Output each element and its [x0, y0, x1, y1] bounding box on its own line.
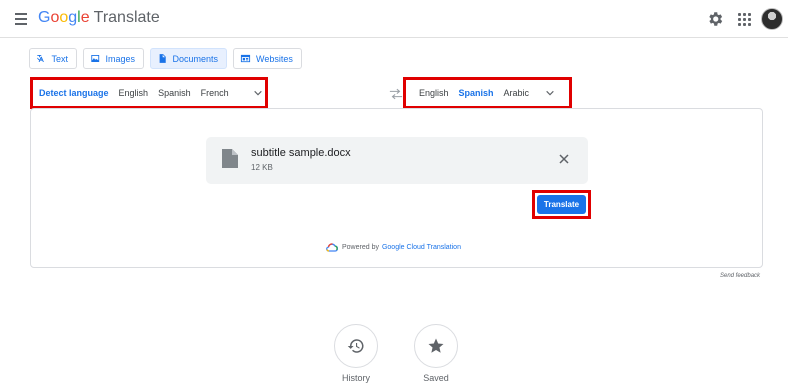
app-header: Google Translate: [0, 0, 788, 38]
translate-button-highlight: Translate: [532, 190, 591, 219]
website-icon: [240, 54, 251, 63]
tab-label: Documents: [172, 53, 218, 64]
mode-tabs: Text Images Documents Websites: [29, 48, 302, 69]
logo-letter: o: [59, 9, 69, 26]
tab-label: Websites: [256, 53, 293, 64]
google-translate-logo[interactable]: Google Translate: [38, 9, 160, 27]
file-size: 12 KB: [251, 163, 273, 172]
apps-icon[interactable]: [735, 10, 753, 28]
source-language-bar: Detect language English Spanish French: [30, 77, 268, 109]
saved-button[interactable]: [414, 324, 458, 368]
product-name: Translate: [93, 9, 160, 26]
logo-letter: e: [80, 9, 90, 26]
history-button[interactable]: [334, 324, 378, 368]
tab-images[interactable]: Images: [83, 48, 144, 69]
chevron-down-icon[interactable]: [545, 88, 555, 98]
settings-icon[interactable]: [706, 10, 724, 28]
history-label: History: [341, 373, 370, 383]
source-lang-english[interactable]: English: [119, 88, 149, 98]
close-icon[interactable]: [557, 152, 571, 166]
tab-label: Text: [51, 53, 68, 64]
logo-letter: G: [38, 9, 51, 26]
menu-icon[interactable]: [12, 10, 30, 28]
avatar[interactable]: [761, 8, 783, 30]
tab-documents[interactable]: Documents: [150, 48, 227, 69]
google-cloud-translation-link[interactable]: Google Cloud Translation: [382, 244, 461, 251]
logo-letter: g: [68, 9, 78, 26]
powered-by-text: Powered by: [342, 244, 379, 251]
uploaded-file-card: subtitle sample.docx 12 KB: [206, 137, 588, 184]
document-panel: subtitle sample.docx 12 KB Translate Pow…: [30, 108, 763, 268]
translate-button[interactable]: Translate: [537, 195, 586, 214]
tab-label: Images: [105, 53, 135, 64]
send-feedback-link[interactable]: Send feedback: [720, 273, 760, 279]
source-lang-french[interactable]: French: [201, 88, 229, 98]
document-icon: [159, 54, 166, 63]
chevron-down-icon[interactable]: [253, 88, 263, 98]
saved-label: Saved: [423, 373, 449, 383]
file-icon: [222, 149, 238, 168]
target-lang-spanish[interactable]: Spanish: [459, 88, 494, 98]
google-cloud-icon: [326, 243, 338, 252]
target-lang-english[interactable]: English: [419, 88, 449, 98]
tab-websites[interactable]: Websites: [233, 48, 302, 69]
target-language-bar: English Spanish Arabic: [403, 77, 572, 109]
target-lang-arabic[interactable]: Arabic: [504, 88, 530, 98]
source-lang-spanish[interactable]: Spanish: [158, 88, 191, 98]
text-icon: [37, 55, 44, 62]
star-icon: [428, 338, 444, 353]
history-icon: [347, 339, 364, 353]
powered-by: Powered by Google Cloud Translation: [326, 243, 461, 252]
source-lang-detect[interactable]: Detect language: [39, 88, 109, 98]
tab-text[interactable]: Text: [29, 48, 77, 69]
file-name: subtitle sample.docx: [251, 147, 351, 159]
swap-languages-icon[interactable]: [389, 88, 403, 100]
image-icon: [91, 55, 100, 62]
